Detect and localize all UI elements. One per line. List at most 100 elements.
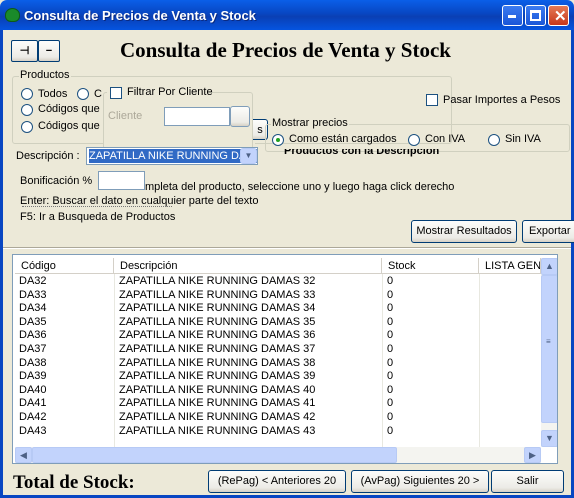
cell-descripcion: ZAPATILLA NIKE RUNNING DAMAS 42 (119, 411, 316, 423)
cell-descripcion: ZAPATILLA NIKE RUNNING DAMAS 33 (119, 288, 316, 301)
table-row[interactable]: DA34 ZAPATILLA NIKE RUNNING DAMAS 34 0 (15, 302, 541, 316)
scroll-down-button[interactable]: ▼ (541, 430, 557, 447)
cell-stock: 0 (387, 329, 394, 342)
cell-codigo: DA39 (19, 370, 47, 383)
scroll-right-button[interactable]: ▶ (524, 447, 541, 463)
cell-descripcion: ZAPATILLA NIKE RUNNING DAMAS 34 (119, 302, 316, 315)
cell-codigo: DA37 (19, 343, 47, 355)
vertical-scrollbar[interactable]: ▲ ≡ ▼ (541, 258, 557, 447)
help-text-1: mpleta del producto, seleccione uno y lu… (145, 181, 455, 193)
results-table[interactable]: Código Descripción Stock LISTA GEN DA32 Z… (12, 254, 558, 464)
total-stock-label: Total de Stock: (13, 472, 135, 493)
scroll-h-thumb[interactable] (32, 447, 397, 463)
chevron-up-icon: ▲ (545, 261, 554, 271)
cell-codigo: DA36 (19, 329, 47, 342)
anteriores-button[interactable]: (RePag) < Anteriores 20 (208, 470, 346, 493)
cliente-browse-button[interactable] (230, 106, 250, 127)
siguientes-button[interactable]: (AvPag) Siguientes 20 > (351, 470, 489, 493)
cell-descripcion: ZAPATILLA NIKE RUNNING DAMAS 43 (119, 424, 316, 437)
filtrar-cliente-checkbox[interactable] (110, 87, 122, 99)
bonificacion-input[interactable] (98, 171, 145, 190)
exportar-button[interactable]: Exportar (522, 220, 574, 243)
mostrar-precios-legend: Mostrar precios (271, 117, 349, 129)
radio-todos-label: Todos (38, 88, 68, 100)
column-header-descripcion[interactable]: Descripción (114, 258, 382, 274)
grip-icon: ≡ (546, 337, 551, 346)
cell-stock: 0 (387, 288, 394, 301)
table-row[interactable]: DA35 ZAPATILLA NIKE RUNNING DAMAS 35 0 (15, 316, 541, 330)
app-icon (5, 8, 20, 22)
cell-codigo: DA42 (19, 411, 47, 423)
scroll-up-button[interactable]: ▲ (541, 258, 557, 275)
descripcion-combo[interactable]: ZAPATILLA NIKE RUNNING DAMAS (86, 147, 258, 165)
descripcion-value: ZAPATILLA NIKE RUNNING DAMAS (89, 149, 257, 163)
minimize-button[interactable] (502, 5, 523, 26)
table-row[interactable]: DA41 ZAPATILLA NIKE RUNNING DAMAS 41 0 (15, 397, 541, 411)
salir-button[interactable]: Salir (491, 470, 564, 493)
radio-sin-iva[interactable] (488, 134, 500, 146)
productos-legend: Productos (19, 69, 71, 81)
cell-stock: 0 (387, 411, 394, 423)
chevron-down-icon: ▼ (244, 151, 253, 160)
cell-descripcion: ZAPATILLA NIKE RUNNING DAMAS 36 (119, 329, 316, 342)
cell-codigo: DA40 (19, 383, 47, 396)
cell-codigo: DA41 (19, 397, 47, 410)
help-text-3: F5: Ir a Busqueda de Productos (20, 211, 176, 223)
cell-stock: 0 (387, 343, 394, 355)
pasar-importes-label: Pasar Importes a Pesos (443, 94, 561, 106)
radio-con-iva-label: Con IVA (425, 133, 466, 145)
title-bar[interactable]: Consulta de Precios de Venta y Stock ✕ (0, 0, 574, 30)
filtrar-cliente-label: Filtrar Por Cliente (127, 86, 213, 98)
cell-descripcion: ZAPATILLA NIKE RUNNING DAMAS 40 (119, 383, 316, 396)
horizontal-scrollbar[interactable]: ◀ ▶ (15, 447, 541, 463)
help-text-overlap (22, 206, 172, 209)
cell-stock: 0 (387, 370, 394, 383)
descripcion-dropdown-button[interactable]: ▼ (240, 148, 257, 164)
radio-como-cargados[interactable] (272, 134, 284, 146)
close-button[interactable]: ✕ (548, 5, 569, 26)
pasar-importes-checkbox[interactable] (426, 94, 438, 106)
window-frame-left (0, 30, 3, 498)
scroll-thumb[interactable]: ≡ (541, 275, 557, 423)
chevron-left-icon: ◀ (20, 450, 27, 460)
column-header-codigo[interactable]: Código (15, 258, 114, 274)
column-header-stock[interactable]: Stock (382, 258, 479, 274)
descripcion-label: Descripción : (16, 150, 80, 162)
bonificacion-label: Bonificación % (20, 175, 93, 187)
cell-stock: 0 (387, 356, 394, 369)
cell-descripcion: ZAPATILLA NIKE RUNNING DAMAS 41 (119, 397, 316, 410)
pin-button[interactable]: ⊣ (11, 40, 38, 62)
cell-descripcion: ZAPATILLA NIKE RUNNING DAMAS 35 (119, 315, 316, 328)
cliente-label: Cliente (108, 110, 143, 122)
column-header-lista-gen[interactable]: LISTA GEN (479, 258, 541, 274)
radio-codigos-2[interactable] (21, 121, 33, 133)
radio-codigos-1[interactable] (21, 104, 33, 116)
cell-codigo: DA38 (19, 356, 47, 369)
table-row[interactable]: DA37 ZAPATILLA NIKE RUNNING DAMAS 37 0 (15, 343, 541, 357)
table-row[interactable]: DA36 ZAPATILLA NIKE RUNNING DAMAS 36 0 (15, 329, 541, 343)
maximize-button[interactable] (525, 5, 546, 26)
cell-codigo: DA43 (19, 424, 47, 437)
table-row[interactable]: DA32 ZAPATILLA NIKE RUNNING DAMAS 32 0 (15, 275, 541, 289)
cell-stock: 0 (387, 397, 394, 410)
cell-stock: 0 (387, 275, 394, 287)
radio-con-iva[interactable] (408, 134, 420, 146)
cell-codigo: DA34 (19, 302, 47, 315)
cell-stock: 0 (387, 424, 394, 437)
table-row[interactable]: DA38 ZAPATILLA NIKE RUNNING DAMAS 38 0 (15, 357, 541, 371)
table-row[interactable]: DA42 ZAPATILLA NIKE RUNNING DAMAS 42 0 (15, 411, 541, 425)
cell-codigo: DA32 (19, 275, 47, 287)
radio-c[interactable] (77, 88, 89, 100)
table-row[interactable]: DA39 ZAPATILLA NIKE RUNNING DAMAS 39 0 (15, 370, 541, 384)
scroll-left-button[interactable]: ◀ (15, 447, 32, 463)
minus-button[interactable]: − (38, 40, 60, 62)
radio-como-cargados-label: Como están cargados (289, 133, 397, 145)
radio-todos[interactable] (21, 88, 33, 100)
mostrar-resultados-button[interactable]: Mostrar Resultados (411, 220, 517, 243)
table-row[interactable]: DA43 ZAPATILLA NIKE RUNNING DAMAS 43 0 (15, 425, 541, 439)
table-row[interactable]: DA33 ZAPATILLA NIKE RUNNING DAMAS 33 0 (15, 289, 541, 303)
cell-descripcion: ZAPATILLA NIKE RUNNING DAMAS 32 (119, 275, 316, 287)
table-row[interactable]: DA40 ZAPATILLA NIKE RUNNING DAMAS 40 0 (15, 384, 541, 398)
cliente-input[interactable] (164, 107, 230, 126)
table-body: DA32 ZAPATILLA NIKE RUNNING DAMAS 32 0 DA33… (15, 275, 541, 447)
